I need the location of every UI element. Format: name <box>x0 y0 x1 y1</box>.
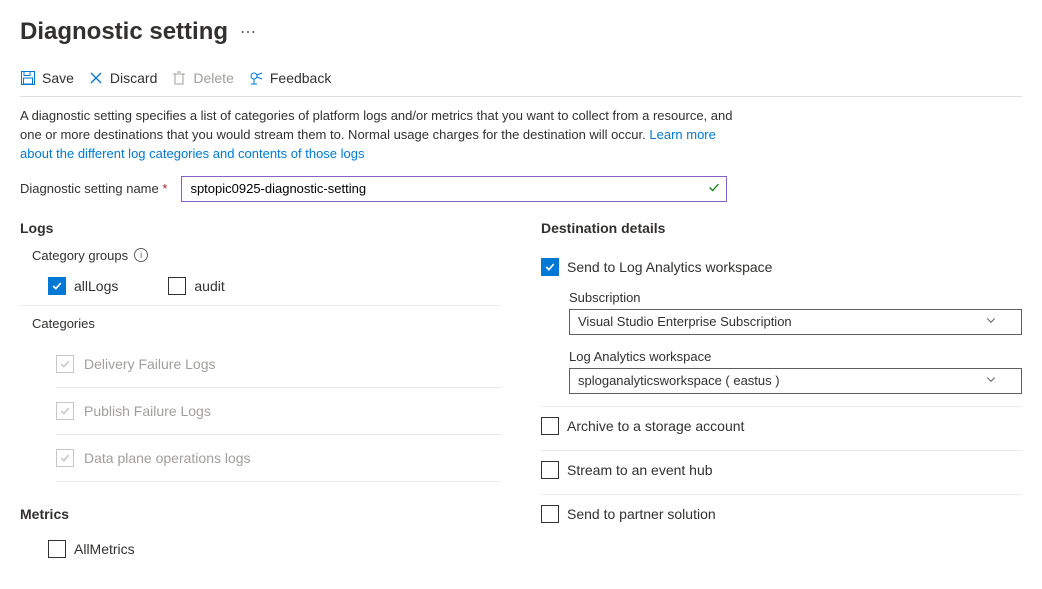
discard-icon <box>88 70 104 86</box>
intro-text: A diagnostic setting specifies a list of… <box>20 107 740 164</box>
checkbox-checked-icon <box>541 258 559 276</box>
required-asterisk: * <box>162 181 167 196</box>
storage-label: Archive to a storage account <box>567 418 744 434</box>
checkbox-unchecked-icon <box>48 540 66 558</box>
toolbar-divider <box>20 96 1022 97</box>
workspace-label: Log Analytics workspace <box>569 349 1022 364</box>
info-icon[interactable]: i <box>134 248 148 262</box>
delete-button: Delete <box>171 70 233 86</box>
alllogs-checkbox[interactable]: allLogs <box>48 277 118 295</box>
category-item: Data plane operations logs <box>56 435 501 482</box>
page-title: Diagnostic setting <box>20 18 228 46</box>
logs-heading: Logs <box>20 220 501 236</box>
checkbox-disabled-icon <box>56 449 74 467</box>
feedback-label: Feedback <box>270 70 331 86</box>
validation-check-icon <box>707 180 721 197</box>
categories-label: Categories <box>20 316 501 331</box>
checkbox-unchecked-icon <box>541 417 559 435</box>
audit-label: audit <box>194 278 224 294</box>
setting-name-label: Diagnostic setting name * <box>20 181 167 196</box>
delete-label: Delete <box>193 70 233 86</box>
log-analytics-checkbox[interactable]: Send to Log Analytics workspace <box>541 258 772 276</box>
subscription-select[interactable]: Visual Studio Enterprise Subscription <box>569 309 1022 335</box>
category-item: Delivery Failure Logs <box>56 341 501 388</box>
alllogs-label: allLogs <box>74 278 118 294</box>
storage-checkbox[interactable]: Archive to a storage account <box>541 417 744 435</box>
partner-checkbox[interactable]: Send to partner solution <box>541 505 716 523</box>
workspace-select[interactable]: sploganalyticsworkspace ( eastus ) <box>569 368 1022 394</box>
category-item: Publish Failure Logs <box>56 388 501 435</box>
discard-label: Discard <box>110 70 157 86</box>
log-analytics-label: Send to Log Analytics workspace <box>567 259 772 275</box>
eventhub-checkbox[interactable]: Stream to an event hub <box>541 461 713 479</box>
save-icon <box>20 70 36 86</box>
eventhub-label: Stream to an event hub <box>567 462 713 478</box>
feedback-button[interactable]: Feedback <box>248 70 331 86</box>
allmetrics-label: AllMetrics <box>74 541 135 557</box>
category-groups-label: Category groups i <box>20 248 501 263</box>
toolbar: Save Discard Delete Feedback <box>20 66 1022 96</box>
checkbox-disabled-icon <box>56 355 74 373</box>
chevron-down-icon <box>985 373 997 388</box>
checkbox-unchecked-icon <box>168 277 186 295</box>
checkbox-checked-icon <box>48 277 66 295</box>
save-label: Save <box>42 70 74 86</box>
more-actions-icon[interactable]: ⋯ <box>236 18 260 46</box>
setting-name-input[interactable] <box>181 176 727 202</box>
checkbox-unchecked-icon <box>541 505 559 523</box>
checkbox-unchecked-icon <box>541 461 559 479</box>
allmetrics-checkbox[interactable]: AllMetrics <box>48 540 135 558</box>
feedback-icon <box>248 70 264 86</box>
metrics-heading: Metrics <box>20 506 501 522</box>
chevron-down-icon <box>985 314 997 329</box>
save-button[interactable]: Save <box>20 70 74 86</box>
partner-label: Send to partner solution <box>567 506 716 522</box>
delete-icon <box>171 70 187 86</box>
discard-button[interactable]: Discard <box>88 70 157 86</box>
checkbox-disabled-icon <box>56 402 74 420</box>
subscription-label: Subscription <box>569 290 1022 305</box>
destination-heading: Destination details <box>541 220 1022 236</box>
audit-checkbox[interactable]: audit <box>168 277 224 295</box>
